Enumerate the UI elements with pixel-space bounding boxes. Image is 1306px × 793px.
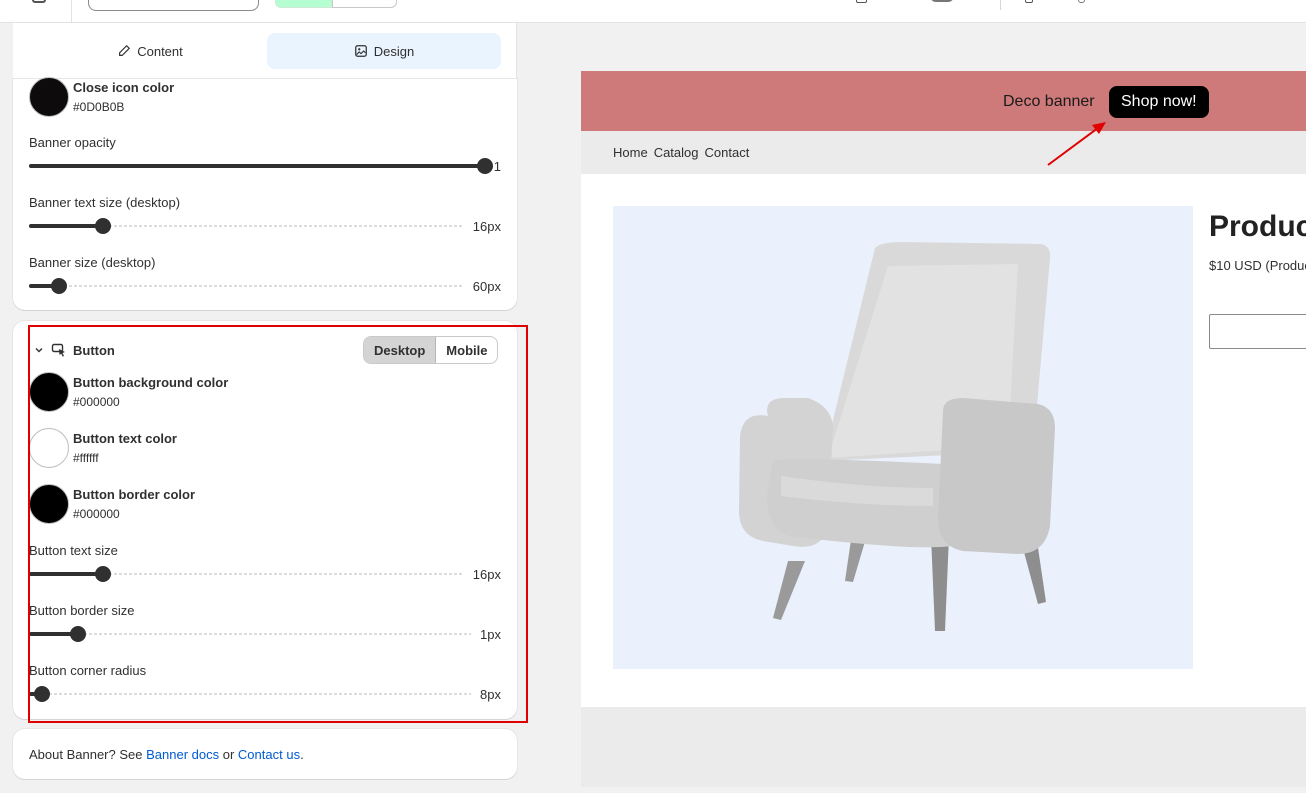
page-icon[interactable] [856,0,867,3]
help-footer-card: About Banner? See Banner docs or Contact… [13,729,517,779]
banner-text-size-value: 16px [472,219,501,234]
page-selector[interactable] [930,0,954,2]
button-background-color-label: Button background color [73,375,229,390]
button-text-size-slider[interactable] [29,566,463,582]
device-icon[interactable] [1025,0,1033,3]
nav-contact[interactable]: Contact [705,145,750,160]
shop-now-button[interactable]: Shop now! [1109,86,1209,118]
top-toolbar [0,0,1306,23]
red-arrow-annotation [1047,122,1106,166]
slider-thumb[interactable] [94,566,111,582]
device-segmented-control: Desktop Mobile [363,336,499,364]
product-option-field[interactable] [1209,314,1306,349]
help-period: . [300,746,304,762]
help-or: or [222,746,235,762]
divider [1000,0,1001,10]
divider [71,0,72,23]
slider-thumb[interactable] [94,218,111,234]
product-section: Produc $10 USD (Produc [581,174,1306,707]
button-section-header[interactable]: Button [33,342,115,358]
slider-thumb[interactable] [34,686,51,702]
pencil-icon [119,45,131,56]
button-background-color-swatch[interactable] [29,372,69,412]
chevron-down-icon[interactable] [33,344,45,356]
tab-design-label: Design [373,43,415,59]
button-border-size-value: 1px [480,627,501,642]
status-toggle-off[interactable] [332,0,397,8]
product-price: $10 USD (Produc [1209,258,1306,273]
armchair-illustration [739,242,1055,631]
banner-docs-link[interactable]: Banner docs [146,747,219,762]
banner-size-slider[interactable] [29,278,463,294]
editor-tabs: Content Design [13,23,517,79]
button-background-color-hex: #000000 [73,395,120,409]
banner-size-label: Banner size (desktop) [29,255,156,270]
banner-text: Deco banner [1003,93,1095,110]
slider-thumb[interactable] [51,278,68,294]
tab-design[interactable]: Design [267,33,501,69]
close-icon-color-setting: Close icon color #0D0B0B [29,77,174,117]
button-text-color-setting: Button text color #ffffff [29,428,177,468]
button-text-color-label: Button text color [73,431,177,446]
banner-opacity-label: Banner opacity [29,135,116,150]
store-preview: Deco banner Shop now! Home Catalog Conta… [581,71,1306,787]
close-icon-color-hex: #0D0B0B [73,100,125,114]
close-icon-color-label: Close icon color [73,80,175,95]
banner-opacity-slider[interactable] [29,158,493,174]
product-image [613,206,1193,669]
button-settings-card: Button Desktop Mobile Button background … [13,321,517,719]
button-corner-radius-label: Button corner radius [29,663,147,678]
banner-text-size-label: Banner text size (desktop) [29,195,181,210]
help-prefix: About Banner? See [29,746,143,762]
button-background-color-setting: Button background color #000000 [29,372,228,412]
template-select[interactable] [88,0,259,11]
contact-us-link[interactable]: Contact us [238,747,300,762]
product-title: Produc [1209,210,1306,243]
nav-catalog[interactable]: Catalog [654,145,699,160]
button-border-color-swatch[interactable] [29,484,69,524]
store-nav: Home Catalog Contact [581,131,1306,174]
mobile-tab[interactable]: Mobile [436,337,497,363]
button-corner-radius-value: 8px [480,687,501,702]
tab-content[interactable]: Content [33,33,267,69]
button-border-size-label: Button border size [29,603,135,618]
slider-thumb[interactable] [69,626,86,642]
close-icon-color-swatch[interactable] [29,77,69,117]
image-edit-icon [354,45,367,57]
nav-home[interactable]: Home [613,145,648,160]
tab-content-label: Content [137,43,183,59]
button-border-size-slider[interactable] [29,626,471,642]
button-section-title: Button [73,342,115,358]
menu-icon[interactable] [32,0,46,3]
banner-opacity-value: 1 [493,159,501,174]
button-text-color-swatch[interactable] [29,428,69,468]
button-text-color-hex: #ffffff [73,451,99,465]
button-border-color-label: Button border color [73,487,196,502]
button-text-size-label: Button text size [29,543,118,558]
desktop-tab[interactable]: Desktop [364,337,437,363]
button-border-color-setting: Button border color #000000 [29,484,195,524]
button-text-size-value: 16px [472,567,501,582]
button-border-color-hex: #000000 [73,507,120,521]
deco-banner: Deco banner Shop now! [581,71,1306,131]
status-toggle-on[interactable] [275,0,332,8]
button-corner-radius-slider[interactable] [29,686,471,702]
preview-toggle[interactable] [1078,0,1085,3]
banner-size-value: 60px [472,279,501,294]
banner-settings-card: Close icon color #0D0B0B Banner opacity … [13,77,517,310]
cursor-click-icon [51,343,65,357]
banner-text-size-slider[interactable] [29,218,463,234]
